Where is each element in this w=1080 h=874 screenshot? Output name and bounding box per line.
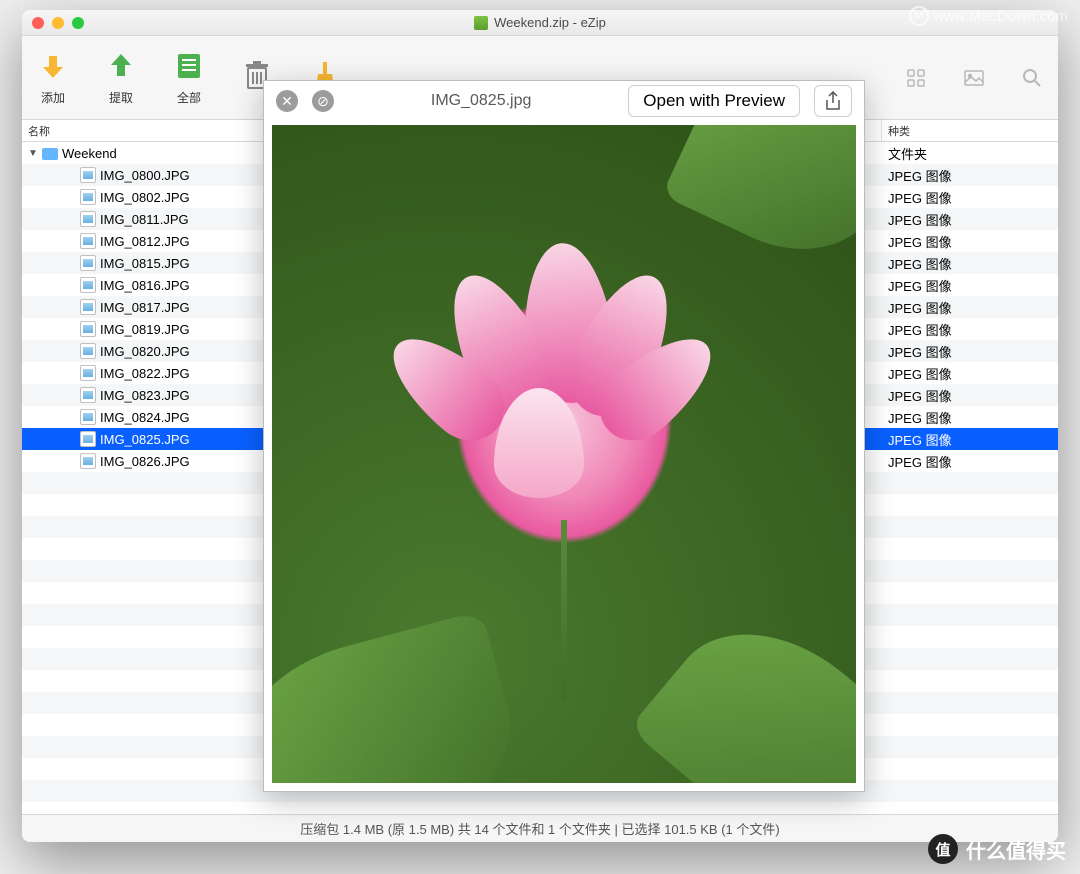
- close-preview-button[interactable]: ✕: [276, 90, 298, 112]
- file-icon: [80, 299, 96, 315]
- file-kind: JPEG 图像: [882, 166, 1058, 185]
- add-label: 添加: [41, 89, 65, 106]
- window-title: Weekend.zip - eZip: [22, 15, 1058, 30]
- add-icon: [36, 49, 70, 83]
- file-name: IMG_0820.JPG: [100, 344, 190, 359]
- file-icon: [80, 277, 96, 293]
- file-kind: JPEG 图像: [882, 364, 1058, 383]
- preview-image: [272, 125, 856, 783]
- file-icon: [80, 255, 96, 271]
- watermark-bottom: 值什么值得买: [928, 834, 1066, 864]
- folder-name: Weekend: [62, 146, 117, 161]
- file-name: IMG_0822.JPG: [100, 366, 190, 381]
- folder-kind: 文件夹: [882, 144, 1058, 163]
- grid-view-button[interactable]: [904, 66, 928, 90]
- file-kind: JPEG 图像: [882, 210, 1058, 229]
- disclosure-triangle-icon[interactable]: ▼: [28, 148, 38, 158]
- file-icon: [80, 387, 96, 403]
- file-kind: JPEG 图像: [882, 320, 1058, 339]
- extract-icon: [104, 49, 138, 83]
- titlebar: Weekend.zip - eZip: [22, 10, 1058, 36]
- file-kind: JPEG 图像: [882, 342, 1058, 361]
- file-name: IMG_0815.JPG: [100, 256, 190, 271]
- folder-icon: [42, 148, 58, 160]
- file-icon: [80, 167, 96, 183]
- file-name: IMG_0802.JPG: [100, 190, 190, 205]
- column-kind-header[interactable]: 种类: [882, 120, 1058, 141]
- file-icon: [80, 233, 96, 249]
- file-kind: JPEG 图像: [882, 408, 1058, 427]
- file-icon: [80, 409, 96, 425]
- extract-label: 提取: [109, 89, 133, 106]
- file-kind: JPEG 图像: [882, 188, 1058, 207]
- file-icon: [80, 343, 96, 359]
- file-kind: JPEG 图像: [882, 254, 1058, 273]
- file-icon: [80, 189, 96, 205]
- add-button[interactable]: 添加: [36, 49, 70, 106]
- preview-toolbar: ✕ ⊘ IMG_0825.jpg Open with Preview: [264, 81, 864, 121]
- share-button[interactable]: [814, 85, 852, 117]
- file-icon: [80, 453, 96, 469]
- file-name: IMG_0823.JPG: [100, 388, 190, 403]
- open-preview-button[interactable]: Open with Preview: [628, 85, 800, 117]
- file-name: IMG_0824.JPG: [100, 410, 190, 425]
- file-kind: JPEG 图像: [882, 452, 1058, 471]
- image-button[interactable]: [962, 66, 986, 90]
- file-name: IMG_0812.JPG: [100, 234, 190, 249]
- file-name: IMG_0826.JPG: [100, 454, 190, 469]
- file-name: IMG_0819.JPG: [100, 322, 190, 337]
- file-icon: [80, 321, 96, 337]
- status-bar: 压缩包 1.4 MB (原 1.5 MB) 共 14 个文件和 1 个文件夹 |…: [22, 814, 1058, 842]
- all-button[interactable]: 全部: [172, 49, 206, 106]
- file-kind: JPEG 图像: [882, 276, 1058, 295]
- block-icon[interactable]: ⊘: [312, 90, 334, 112]
- preview-filename: IMG_0825.jpg: [348, 92, 614, 110]
- search-button[interactable]: [1020, 66, 1044, 90]
- preview-panel: ✕ ⊘ IMG_0825.jpg Open with Preview: [263, 80, 865, 792]
- file-name: IMG_0817.JPG: [100, 300, 190, 315]
- empty-row: [22, 802, 1058, 814]
- file-kind: JPEG 图像: [882, 298, 1058, 317]
- all-label: 全部: [177, 89, 201, 106]
- file-name: IMG_0811.JPG: [100, 212, 189, 227]
- file-name: IMG_0825.JPG: [100, 432, 190, 447]
- all-icon: [172, 49, 206, 83]
- file-icon: [80, 211, 96, 227]
- file-kind: JPEG 图像: [882, 386, 1058, 405]
- file-kind: JPEG 图像: [882, 430, 1058, 449]
- file-kind: JPEG 图像: [882, 232, 1058, 251]
- file-icon: [80, 431, 96, 447]
- file-name: IMG_0816.JPG: [100, 278, 190, 293]
- extract-button[interactable]: 提取: [104, 49, 138, 106]
- zip-icon: [474, 16, 488, 30]
- file-name: IMG_0800.JPG: [100, 168, 190, 183]
- file-icon: [80, 365, 96, 381]
- watermark-top: Mwww.MacDown.com: [909, 6, 1068, 26]
